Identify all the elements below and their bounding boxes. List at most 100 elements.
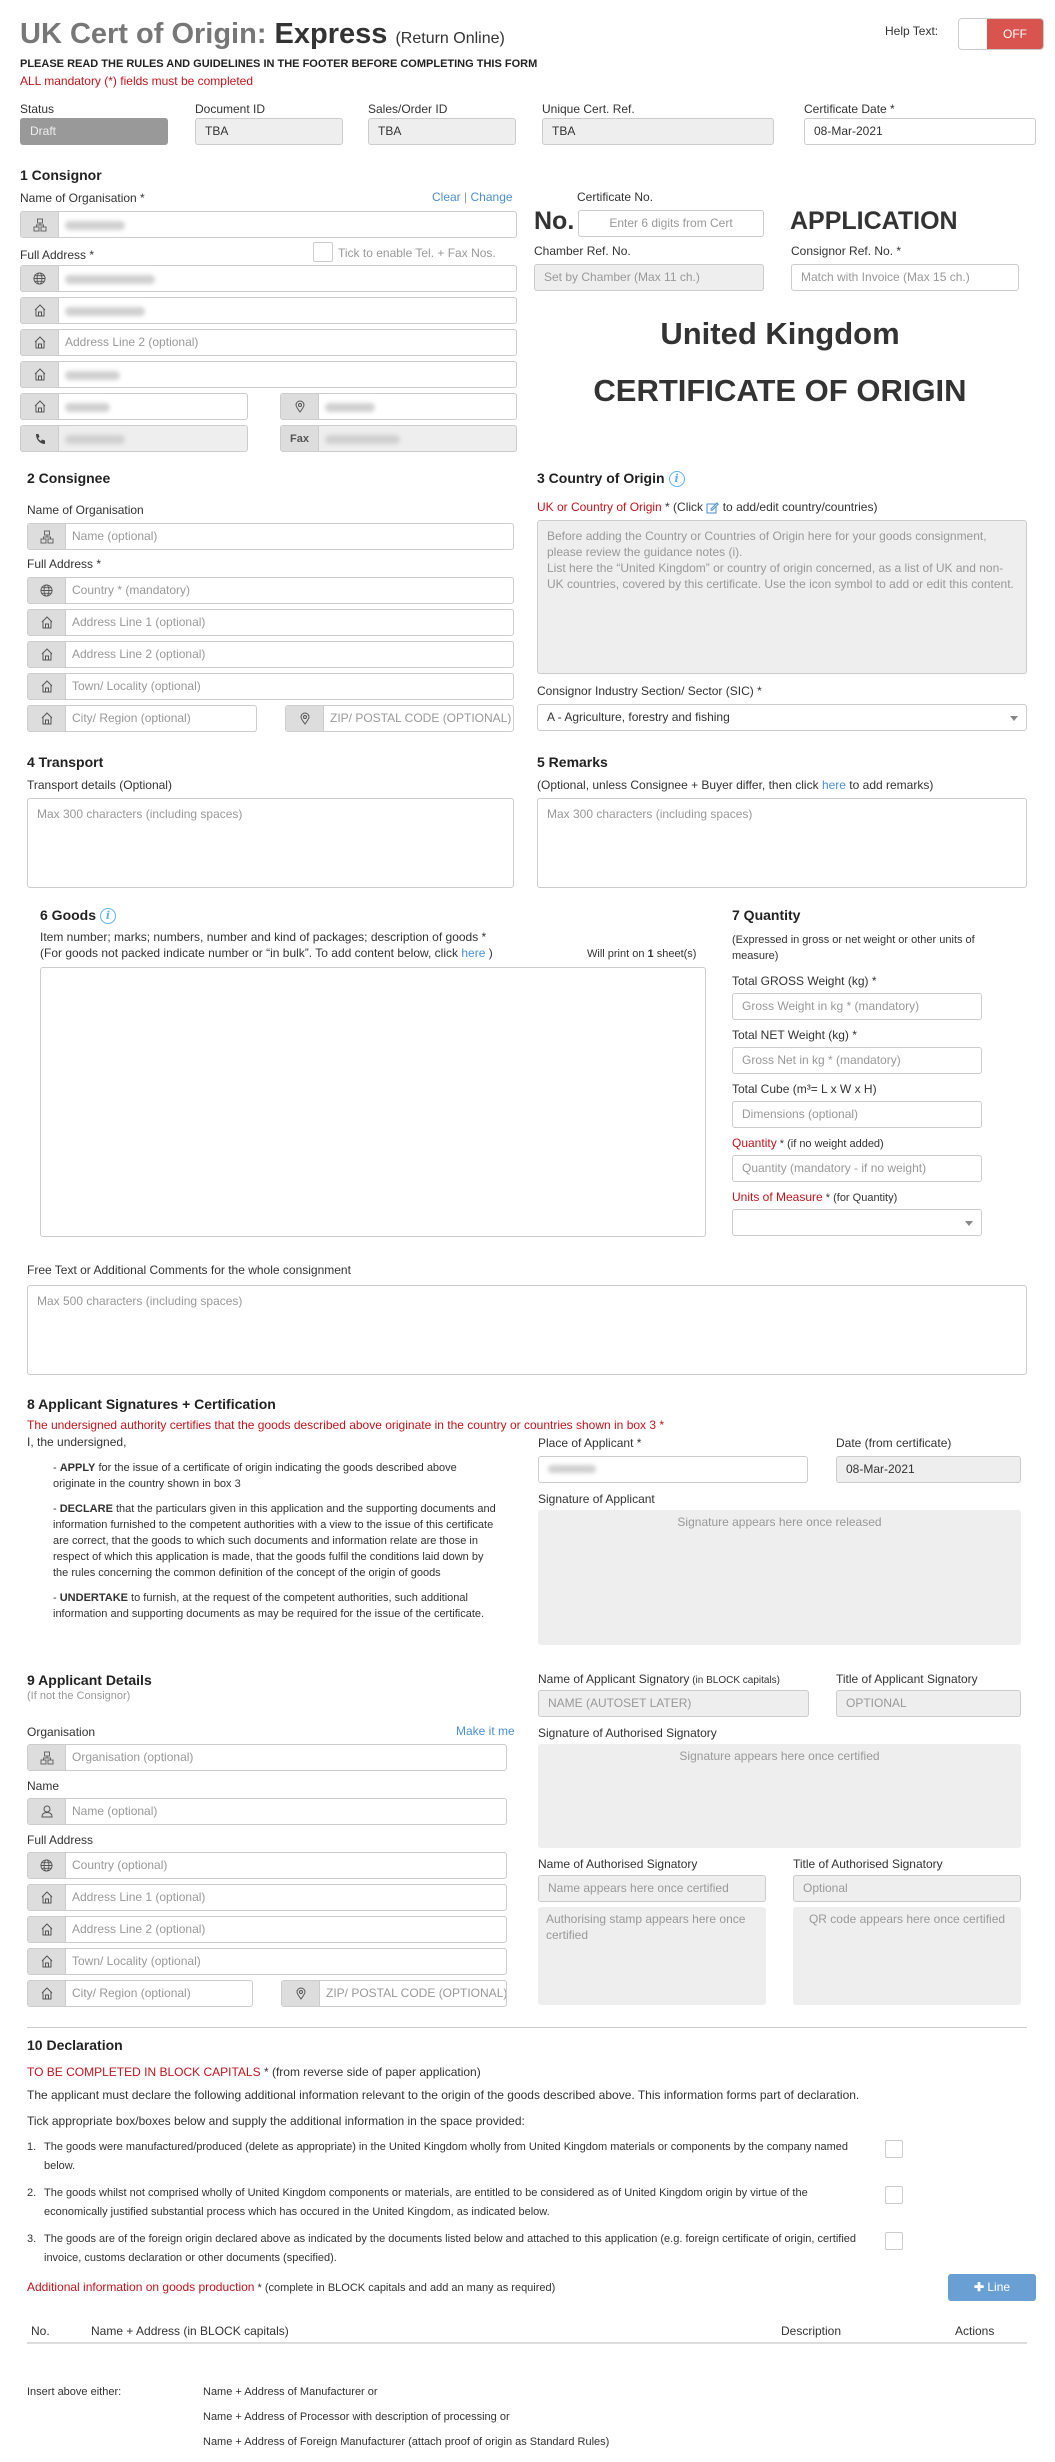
consignor-postcode-input[interactable]	[280, 393, 517, 420]
united-kingdom-title: United Kingdom	[660, 316, 900, 351]
organisation-icon	[28, 1745, 66, 1770]
help-text-toggle[interactable]: OFF	[958, 18, 1044, 50]
add-line-button[interactable]: ✚ Line	[948, 2274, 1036, 2301]
declaration-checkbox-3[interactable]	[885, 2232, 903, 2250]
consignor-country-input[interactable]	[20, 265, 517, 292]
applicant-city-input[interactable]: City/ Region (optional)	[27, 1980, 253, 2007]
info-icon[interactable]: i	[668, 471, 685, 488]
no-prefix: No.	[534, 207, 575, 235]
tel-fax-checkbox-label: Tick to enable Tel. + Fax Nos.	[338, 246, 496, 260]
applicant-address-label: Full Address	[27, 1833, 94, 1847]
authorised-title-label: Title of Authorised Signatory	[793, 1857, 943, 1871]
col-actions: Actions	[955, 2324, 995, 2338]
rules-notice: PLEASE READ THE RULES AND GUIDELINES IN …	[20, 58, 538, 70]
clause-apply: - APPLY for the issue of a certificate o…	[53, 1462, 457, 1490]
total-cube-input[interactable]: Dimensions (optional)	[732, 1101, 982, 1128]
place-of-applicant-label: Place of Applicant *	[538, 1436, 642, 1450]
consignee-name-input[interactable]: Name (optional)	[27, 523, 514, 550]
consignor-address1-input[interactable]	[20, 297, 517, 324]
clear-link[interactable]: Clear	[432, 190, 461, 204]
applicant-signatory-name-label: Name of Applicant Signatory (in BLOCK ca…	[538, 1672, 780, 1686]
applicant-address2-input[interactable]: Address Line 2 (optional)	[27, 1916, 507, 1943]
applicant-org-input[interactable]: Organisation (optional)	[27, 1744, 507, 1771]
toggle-knob	[959, 19, 987, 49]
toggle-state: OFF	[987, 19, 1043, 49]
certification-heading: 8 Applicant Signatures + Certification	[27, 1396, 276, 1412]
home-icon	[21, 394, 59, 419]
transport-label: Transport details (Optional)	[27, 778, 172, 792]
additional-info-red: Additional information on goods producti…	[27, 2280, 255, 2294]
placeholder: Town/ Locality (optional)	[72, 679, 201, 693]
declaration-checkbox-1[interactable]	[885, 2140, 903, 2158]
applicant-address1-input[interactable]: Address Line 1 (optional)	[27, 1884, 507, 1911]
goods-sublabel-part: (For goods not packed indicate number or…	[40, 946, 462, 960]
consignee-zip-input[interactable]: ZIP/ POSTAL CODE (OPTIONAL)	[285, 705, 514, 732]
clause-text: for the issue of a certificate of origin…	[53, 1462, 457, 1490]
qr-code-box: QR code appears here once certified	[793, 1907, 1021, 2005]
item-number: 2.	[27, 2187, 37, 2199]
certificate-date-field[interactable]: 08-Mar-2021	[804, 118, 1036, 145]
placeholder: Name (optional)	[72, 529, 158, 543]
applicant-signatory-title-field: OPTIONAL	[836, 1690, 1021, 1717]
goods-textarea[interactable]	[40, 967, 706, 1237]
consignor-address2-input[interactable]: Address Line 2 (optional)	[20, 329, 517, 356]
consignor-town-input[interactable]	[20, 361, 517, 388]
applicant-zip-input[interactable]: ZIP/ POSTAL CODE (OPTIONAL)	[281, 1980, 507, 2007]
net-weight-input[interactable]: Gross Net in kg * (mandatory)	[732, 1047, 982, 1074]
date-from-certificate-label: Date (from certificate)	[836, 1436, 952, 1450]
label-text: Name of Applicant Signatory	[538, 1672, 690, 1686]
redacted-value	[325, 435, 400, 444]
remarks-here-link[interactable]: here	[822, 778, 846, 792]
cert-no-input[interactable]: Enter 6 digits from Cert	[578, 210, 764, 237]
certificate-of-origin-title: CERTIFICATE OF ORIGIN	[593, 373, 967, 408]
quantity-input[interactable]: Quantity (mandatory - if no weight)	[732, 1155, 982, 1182]
net-weight-label: Total NET Weight (kg) *	[732, 1028, 857, 1042]
sic-label: Consignor Industry Section/ Sector (SIC)…	[537, 684, 762, 698]
user-icon	[28, 1799, 66, 1824]
applicant-country-input[interactable]: Country (optional)	[27, 1852, 507, 1879]
print-sheets-note: Will print on 1 sheet(s)	[587, 948, 696, 960]
consignor-city-input[interactable]	[20, 393, 248, 420]
sic-select[interactable]: A - Agriculture, forestry and fishing	[537, 704, 1027, 731]
date-from-certificate-field: 08-Mar-2021	[836, 1456, 1021, 1483]
consignor-address-label: Full Address *	[20, 248, 95, 262]
home-icon	[28, 706, 66, 731]
sales-order-id-label: Sales/Order ID	[368, 102, 448, 116]
consignee-country-input[interactable]: Country * (mandatory)	[27, 577, 514, 604]
remarks-textarea[interactable]: Max 300 characters (including spaces)	[537, 798, 1027, 888]
origin-label-red: UK or Country of Origin	[537, 500, 662, 514]
free-text-textarea[interactable]: Max 500 characters (including spaces)	[27, 1285, 1027, 1375]
applicant-town-input[interactable]: Town/ Locality (optional)	[27, 1948, 507, 1975]
info-icon[interactable]: i	[100, 908, 117, 925]
consignee-address1-input[interactable]: Address Line 1 (optional)	[27, 609, 514, 636]
chevron-down-icon	[965, 1221, 973, 1226]
production-table-header: No. Name + Address (in BLOCK capitals) D…	[27, 2322, 1027, 2344]
change-link[interactable]: Change	[471, 190, 513, 204]
tel-fax-checkbox[interactable]	[313, 242, 333, 262]
placeholder: Organisation (optional)	[72, 1750, 194, 1764]
consignor-org-input[interactable]	[20, 211, 517, 238]
applicant-name-input[interactable]: Name (optional)	[27, 1798, 507, 1825]
consignee-city-input[interactable]: City/ Region (optional)	[27, 705, 257, 732]
remarks-label: (Optional, unless Consignee + Buyer diff…	[537, 778, 933, 792]
units-of-measure-select[interactable]	[732, 1209, 982, 1236]
applicant-signatory-name-field: NAME (AUTOSET LATER)	[538, 1690, 809, 1717]
chevron-down-icon	[1010, 716, 1018, 721]
place-of-applicant-input[interactable]	[538, 1456, 808, 1483]
gross-weight-input[interactable]: Gross Weight in kg * (mandatory)	[732, 993, 982, 1020]
placeholder: Name (optional)	[72, 1804, 158, 1818]
block-capitals-rest: * (from reverse side of paper applicatio…	[260, 2065, 481, 2079]
declaration-checkbox-2[interactable]	[885, 2186, 903, 2204]
authorised-name-field: Name appears here once certified	[538, 1875, 766, 1902]
goods-here-link[interactable]: here	[461, 946, 485, 960]
map-pin-icon	[282, 1981, 320, 2006]
consignor-links: Clear | Change	[432, 190, 513, 204]
consignee-town-input[interactable]: Town/ Locality (optional)	[27, 673, 514, 700]
clause-undertake: - UNDERTAKE to furnish, at the request o…	[53, 1592, 485, 1620]
transport-textarea[interactable]: Max 300 characters (including spaces)	[27, 798, 514, 888]
placeholder: Address Line 2 (optional)	[65, 335, 199, 349]
make-it-me-link[interactable]: Make it me	[456, 1724, 515, 1738]
edit-icon[interactable]	[706, 501, 720, 514]
consignee-address2-input[interactable]: Address Line 2 (optional)	[27, 641, 514, 668]
consignor-ref-input[interactable]: Match with Invoice (Max 15 ch.)	[791, 264, 1019, 291]
